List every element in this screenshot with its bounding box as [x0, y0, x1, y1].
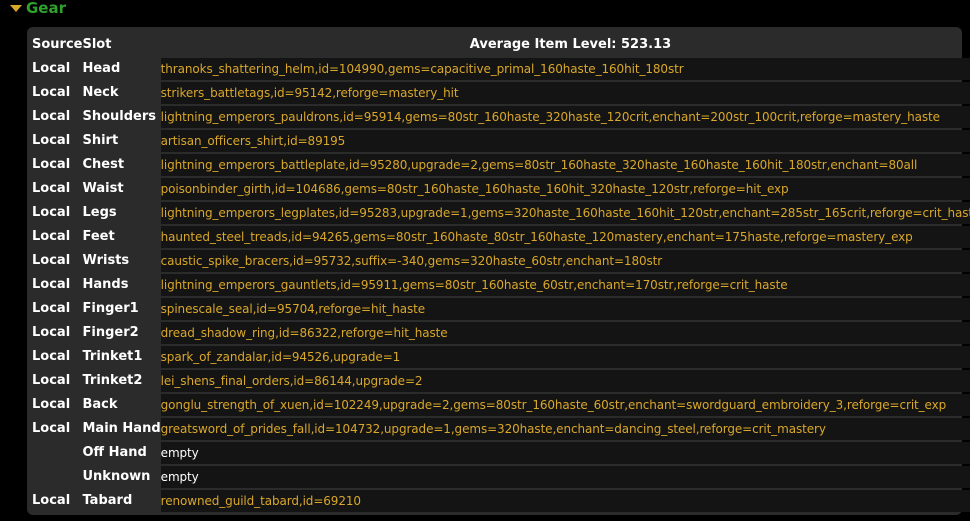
gear-item-string: thranoks_shattering_helm,id=104990,gems=… [160, 58, 970, 80]
gear-source [32, 466, 82, 488]
expand-triangle-icon [10, 5, 22, 12]
gear-slot: Trinket1 [82, 349, 143, 364]
gear-row: Local Hands lightning_emperors_gauntlets,i… [32, 274, 970, 296]
gear-source: Local [32, 493, 71, 508]
gear-item-string: greatsword_of_prides_fall,id=104732,upgr… [160, 418, 970, 440]
gear-source: Local [32, 157, 71, 172]
gear-slot: Shirt [82, 133, 119, 148]
gear-source: Local [32, 373, 71, 388]
gear-row: Local Trinket2 lei_shens_final_orders,id=8… [32, 370, 970, 392]
gear-source: Local [32, 253, 71, 268]
gear-item-string: haunted_steel_treads,id=94265,gems=80str… [160, 226, 970, 248]
gear-source: Local [32, 85, 71, 100]
gear-table-header: Source Slot Average Item Level: 523.13 [32, 34, 970, 56]
gear-source: Local [32, 229, 71, 244]
gear-row: Local Neck strikers_battletags,id=95142,re… [32, 82, 970, 104]
gear-source: Local [32, 133, 71, 148]
gear-item-string: lightning_emperors_legplates,id=95283,up… [160, 202, 970, 224]
gear-item-string: lightning_emperors_gauntlets,id=95911,ge… [160, 274, 970, 296]
gear-source: Local [32, 61, 71, 76]
gear-item-string: poisonbinder_girth,id=104686,gems=80str_… [160, 178, 970, 200]
gear-item-string: lightning_emperors_pauldrons,id=95914,ge… [160, 106, 970, 128]
gear-row: Local Finger1 spinescale_seal,id=95704,ref… [32, 298, 970, 320]
gear-slot: Neck [82, 85, 119, 100]
gear-item-string: strikers_battletags,id=95142,reforge=mas… [160, 82, 970, 104]
gear-slot: Legs [82, 205, 117, 220]
gear-row: Local Wrists caustic_spike_bracers,id=9573… [32, 250, 970, 272]
gear-item-string: gonglu_strength_of_xuen,id=102249,upgrad… [160, 394, 970, 416]
gear-slot: Feet [82, 229, 115, 244]
gear-slot: Back [82, 397, 118, 412]
gear-slot: Head [82, 61, 121, 76]
gear-table-body: Local Head thranoks_shattering_helm,id=104… [32, 58, 970, 512]
gear-source: Local [32, 205, 71, 220]
gear-item-string: spinescale_seal,id=95704,reforge=hit_has… [160, 298, 970, 320]
gear-item-string: lightning_emperors_battleplate,id=95280,… [160, 154, 970, 176]
gear-row: Local Trinket1 spark_of_zandalar,id=94526,… [32, 346, 970, 368]
gear-source [32, 442, 82, 464]
gear-row: Local Chest lightning_emperors_battleplate… [32, 154, 970, 176]
gear-slot: Finger1 [82, 301, 139, 316]
gear-row: Local Feet haunted_steel_treads,id=94265,g… [32, 226, 970, 248]
gear-source: Local [32, 397, 71, 412]
gear-source: Local [32, 325, 71, 340]
gear-item-string: lei_shens_final_orders,id=86144,upgrade=… [160, 370, 970, 392]
gear-row: Local Finger2 dread_shadow_ring,id=86322,r… [32, 322, 970, 344]
gear-row: Off Hand empty [32, 442, 970, 464]
gear-slot: Shoulders [82, 109, 157, 124]
gear-item-string: spark_of_zandalar,id=94526,upgrade=1 [160, 346, 970, 368]
gear-panel: Source Slot Average Item Level: 523.13 L… [27, 27, 970, 515]
gear-slot: Unknown [82, 469, 151, 484]
gear-table: Source Slot Average Item Level: 523.13 L… [32, 32, 970, 514]
gear-slot: Chest [82, 157, 125, 172]
gear-slot: Hands [82, 277, 129, 292]
gear-item-string: dread_shadow_ring,id=86322,reforge=hit_h… [160, 322, 970, 344]
gear-source: Local [32, 277, 71, 292]
gear-slot: Finger2 [82, 325, 139, 340]
gear-slot: Waist [82, 181, 124, 196]
gear-row: Local Shoulders lightning_emperors_pauldro… [32, 106, 970, 128]
average-item-level: Average Item Level: 523.13 [469, 37, 672, 52]
gear-row: Local Back gonglu_strength_of_xuen,id=1022… [32, 394, 970, 416]
gear-section-toggle[interactable]: Gear [10, 0, 66, 17]
gear-source: Local [32, 181, 71, 196]
gear-source: Local [32, 109, 71, 124]
gear-row: Local Waist poisonbinder_girth,id=104686,g… [32, 178, 970, 200]
gear-row: Local Legs lightning_emperors_legplates,id… [32, 202, 970, 224]
gear-item-string: empty [160, 466, 970, 488]
gear-item-string: artisan_officers_shirt,id=89195 [160, 130, 970, 152]
gear-source: Local [32, 349, 71, 364]
gear-item-string: empty [160, 442, 970, 464]
gear-section-title: Gear [26, 0, 67, 17]
slot-column-header: Slot [82, 37, 112, 52]
gear-row: Local Head thranoks_shattering_helm,id=104… [32, 58, 970, 80]
gear-slot: Tabard [82, 493, 133, 508]
gear-row: Unknown empty [32, 466, 970, 488]
gear-source: Local [32, 301, 71, 316]
gear-slot: Wrists [82, 253, 130, 268]
gear-row: Local Shirt artisan_officers_shirt,id=8919… [32, 130, 970, 152]
gear-row: Local Tabard renowned_guild_tabard,id=6921… [32, 490, 970, 512]
gear-item-string: caustic_spike_bracers,id=95732,suffix=-3… [160, 250, 970, 272]
gear-source: Local [32, 421, 71, 436]
gear-row: Local Main Hand greatsword_of_prides_fall,… [32, 418, 970, 440]
gear-item-string: renowned_guild_tabard,id=69210 [160, 490, 970, 512]
gear-slot: Trinket2 [82, 373, 143, 388]
source-column-header: Source [32, 37, 83, 52]
gear-slot: Main Hand [82, 421, 161, 436]
gear-slot: Off Hand [82, 445, 147, 460]
